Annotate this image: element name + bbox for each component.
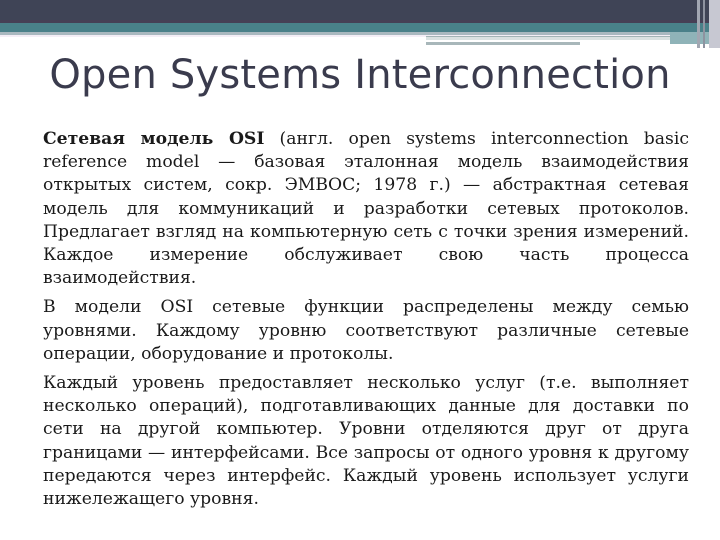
slide-title: Open Systems Interconnection bbox=[49, 52, 671, 98]
paragraph-osi-definition: Сетевая модель OSI (англ. open systems i… bbox=[43, 128, 689, 290]
term-bold: Сетевая модель OSI bbox=[43, 129, 265, 149]
corner-stripe bbox=[703, 0, 705, 48]
slide-body: Сетевая модель OSI (англ. open systems i… bbox=[43, 128, 689, 517]
header-band-dark bbox=[0, 0, 720, 22]
header-accent-highlight bbox=[426, 37, 670, 40]
header-accent-line-short bbox=[426, 42, 580, 45]
corner-stripe bbox=[697, 0, 700, 48]
header-band-teal bbox=[0, 23, 720, 32]
paragraph-text: В модели OSI сетевые функции распределен… bbox=[43, 297, 689, 364]
paragraph-layer-services: Каждый уровень предоставляет несколько у… bbox=[43, 372, 689, 511]
paragraph-text: Каждый уровень предоставляет несколько у… bbox=[43, 373, 689, 510]
paragraph-text: (англ. open systems interconnection basi… bbox=[43, 129, 689, 289]
paragraph-osi-layers: В модели OSI сетевые функции распределен… bbox=[43, 296, 689, 366]
corner-stripe bbox=[709, 0, 720, 48]
